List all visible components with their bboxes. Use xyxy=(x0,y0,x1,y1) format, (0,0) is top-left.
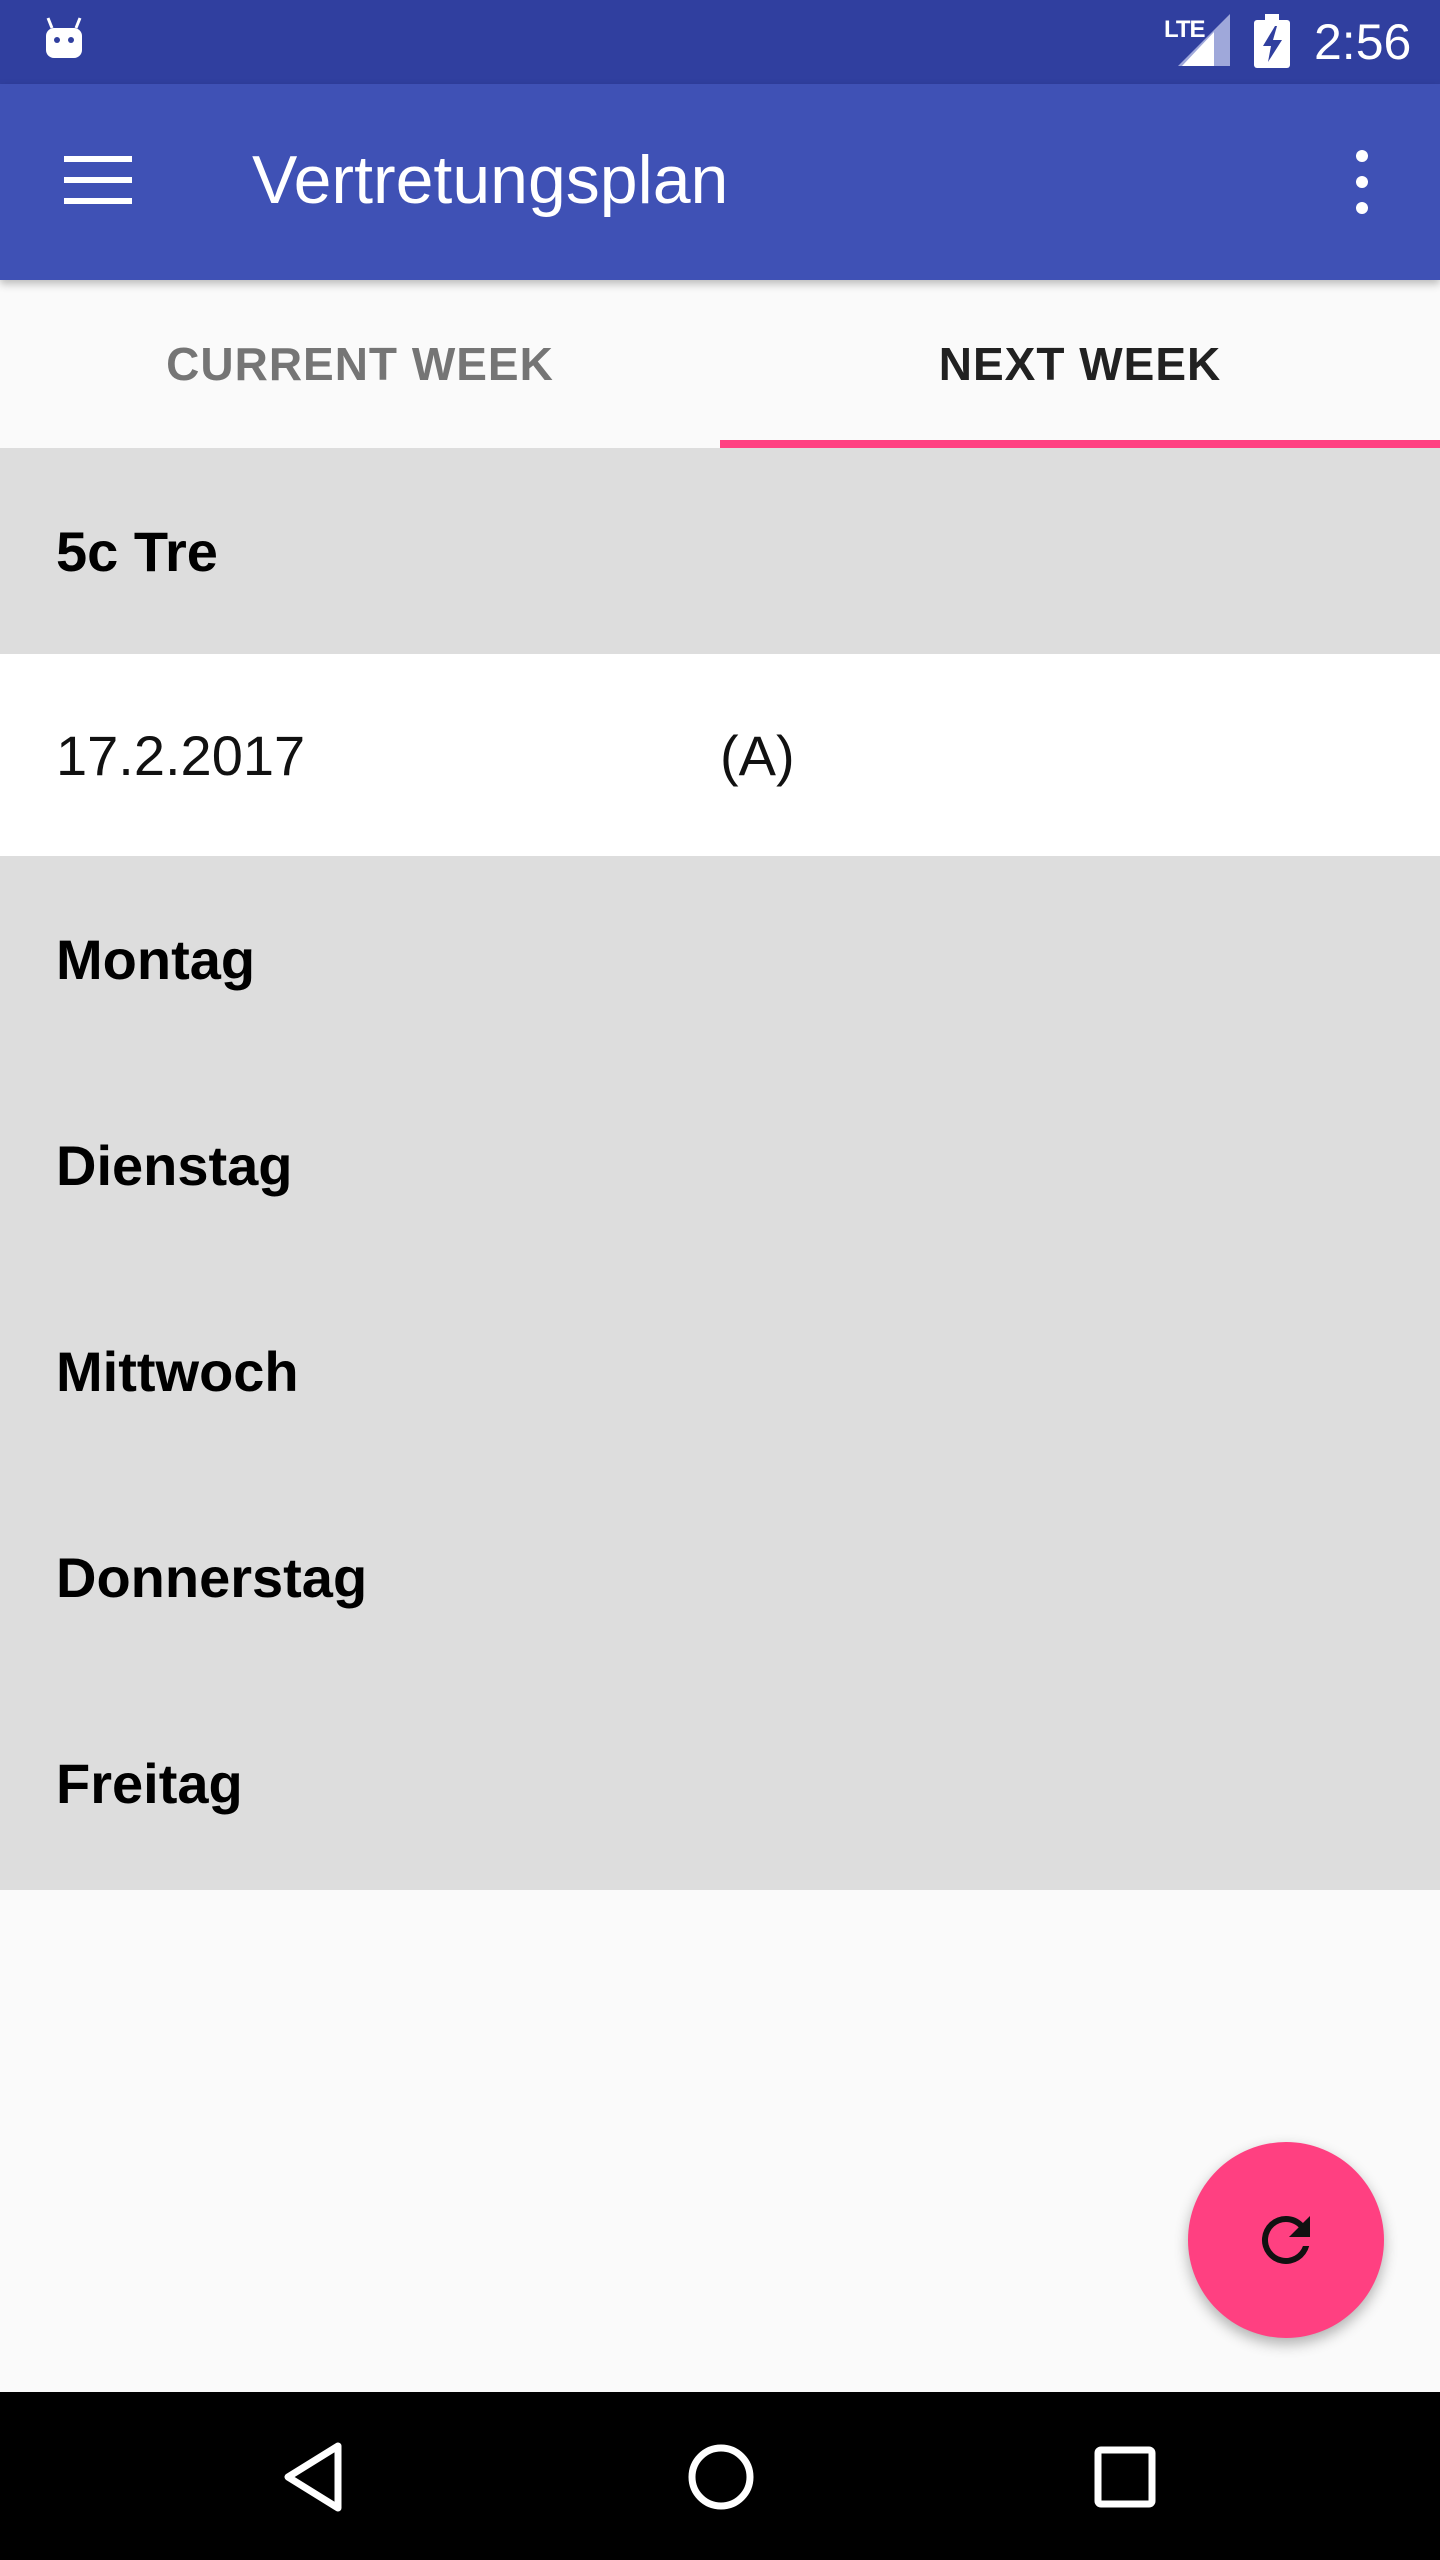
app-title: Vertretungsplan xyxy=(252,142,729,218)
week-tabs: CURRENT WEEK NEXT WEEK xyxy=(0,280,1440,448)
class-name: 5c Tre xyxy=(56,519,218,583)
status-clock: 2:56 xyxy=(1314,14,1412,70)
screen: LTE 2:56 Vertretungsplan CURRENT WEEK NE… xyxy=(0,0,1440,2560)
tab-current-week[interactable]: CURRENT WEEK xyxy=(0,280,720,448)
refresh-icon xyxy=(1261,2216,1310,2264)
status-bar: LTE 2:56 xyxy=(0,0,1440,84)
home-icon[interactable] xyxy=(676,2432,766,2522)
tab-indicator xyxy=(720,440,1440,448)
day-item-dienstag: Dienstag xyxy=(56,1133,293,1197)
date-row: 17.2.2017 (A) xyxy=(0,654,1440,856)
refresh-button[interactable] xyxy=(1188,2142,1384,2338)
system-nav-bar xyxy=(0,2392,1440,2560)
day-item-montag: Montag xyxy=(56,927,256,991)
more-vert-icon[interactable] xyxy=(1340,146,1384,218)
day-list: Montag Dienstag Mittwoch Donnerstag Frei… xyxy=(0,856,1440,1890)
signal-icon xyxy=(1178,14,1230,66)
day-item-freitag: Freitag xyxy=(56,1751,243,1815)
class-header: 5c Tre xyxy=(0,448,1440,654)
back-icon[interactable] xyxy=(270,2432,360,2522)
plan-date: 17.2.2017 xyxy=(56,723,306,787)
recents-icon[interactable] xyxy=(1080,2432,1170,2522)
app-bar: Vertretungsplan xyxy=(0,84,1440,280)
day-item-mittwoch: Mittwoch xyxy=(56,1339,299,1403)
battery-icon xyxy=(1254,14,1290,68)
week-type: (A) xyxy=(720,723,795,787)
tab-next-week[interactable]: NEXT WEEK xyxy=(720,280,1440,448)
menu-icon[interactable] xyxy=(64,152,132,208)
day-item-donnerstag: Donnerstag xyxy=(56,1545,368,1609)
android-notification-icon xyxy=(46,17,82,58)
